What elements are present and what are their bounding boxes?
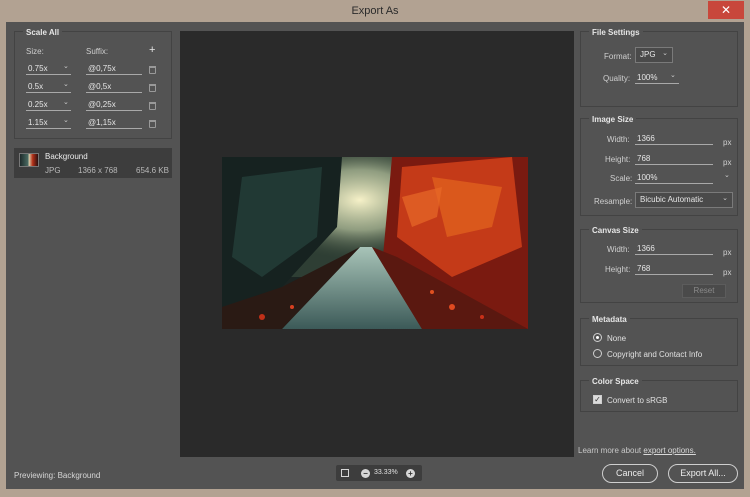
chevron-down-icon: ⌄: [662, 50, 668, 57]
chevron-down-icon[interactable]: ⌄: [63, 98, 69, 106]
bottom-bar: Previewing: Background − 33.33% + Cancel…: [6, 459, 744, 489]
image-width-label: Width:: [607, 135, 630, 144]
canvas-size-title: Canvas Size: [589, 226, 642, 235]
metadata-title: Metadata: [589, 315, 630, 324]
learn-more-prefix: Learn more about: [578, 446, 644, 455]
format-select[interactable]: JPG ⌄: [635, 47, 673, 63]
fit-icon[interactable]: [341, 469, 349, 477]
convert-srgb-label[interactable]: Convert to sRGB: [607, 396, 667, 405]
asset-thumbnail: [19, 153, 39, 167]
image-height-unit: px: [723, 158, 732, 167]
forest-road-photo: [222, 157, 528, 329]
suffix-field-4[interactable]: @1,15x: [86, 117, 142, 129]
image-size-title: Image Size: [589, 115, 637, 124]
trash-icon[interactable]: [149, 66, 156, 74]
image-width-unit: px: [723, 138, 732, 147]
zoom-control: − 33.33% +: [336, 465, 422, 481]
suffix-header: Suffix:: [86, 47, 109, 56]
resample-select[interactable]: Bicubic Automatic ⌄: [635, 192, 733, 208]
chevron-down-icon[interactable]: ⌄: [670, 71, 676, 79]
metadata-none-radio[interactable]: [593, 333, 602, 342]
quality-label: Quality:: [603, 74, 631, 83]
metadata-copyright-label[interactable]: Copyright and Contact Info: [607, 350, 702, 359]
color-space-title: Color Space: [589, 377, 642, 386]
canvas-height-field[interactable]: 768: [635, 263, 713, 275]
window-title: Export As: [351, 5, 399, 17]
chevron-down-icon[interactable]: ⌄: [724, 171, 730, 179]
scale-all-title: Scale All: [23, 28, 63, 37]
preview-canvas[interactable]: [180, 31, 574, 457]
learn-more-text: Learn more about export options.: [578, 446, 696, 455]
chevron-down-icon: ⌄: [722, 195, 728, 202]
canvas-width-label: Width:: [607, 245, 630, 254]
zoom-in-button[interactable]: +: [406, 469, 415, 478]
scale-field[interactable]: 100%: [635, 172, 713, 184]
file-settings-group: File Settings: [580, 28, 738, 107]
chevron-down-icon[interactable]: ⌄: [63, 80, 69, 88]
asset-dimensions: 1366 x 768: [78, 166, 118, 175]
convert-srgb-checkbox[interactable]: ✓: [593, 395, 602, 404]
reset-button[interactable]: Reset: [682, 284, 726, 298]
title-bar: Export As ✕: [0, 0, 750, 22]
trash-icon[interactable]: [149, 120, 156, 128]
canvas-height-label: Height:: [605, 265, 631, 274]
canvas-width-unit: px: [723, 248, 732, 257]
image-height-label: Height:: [605, 155, 631, 164]
metadata-none-label[interactable]: None: [607, 334, 626, 343]
image-width-field[interactable]: 1366: [635, 133, 713, 145]
scale-label: Scale:: [610, 174, 633, 183]
suffix-field-3[interactable]: @0,25x: [86, 99, 142, 111]
chevron-down-icon[interactable]: ⌄: [63, 116, 69, 124]
asset-filesize: 654.6 KB: [136, 166, 169, 175]
resample-value: Bicubic Automatic: [640, 195, 704, 204]
file-settings-title: File Settings: [589, 28, 643, 37]
size-header: Size:: [26, 47, 44, 56]
canvas-width-field[interactable]: 1366: [635, 243, 713, 255]
format-value: JPG: [640, 50, 656, 59]
close-button[interactable]: ✕: [708, 1, 744, 19]
trash-icon[interactable]: [149, 84, 156, 92]
export-dialog: Scale All Size: Suffix: + 0.75x ⌄ @0,75x…: [6, 22, 744, 489]
zoom-out-button[interactable]: −: [361, 469, 370, 478]
export-options-link[interactable]: export options.: [643, 446, 695, 455]
metadata-copyright-radio[interactable]: [593, 349, 602, 358]
resample-label: Resample:: [594, 197, 633, 206]
trash-icon[interactable]: [149, 102, 156, 110]
cancel-button[interactable]: Cancel: [602, 464, 658, 483]
add-scale-button[interactable]: +: [149, 44, 155, 56]
image-height-field[interactable]: 768: [635, 153, 713, 165]
suffix-field-1[interactable]: @0,75x: [86, 63, 142, 75]
previewing-label: Previewing: Background: [14, 471, 101, 480]
canvas-height-unit: px: [723, 268, 732, 277]
asset-format: JPG: [45, 166, 61, 175]
preview-image: [222, 157, 528, 329]
zoom-level: 33.33%: [374, 469, 398, 476]
export-all-button[interactable]: Export All...: [668, 464, 738, 483]
chevron-down-icon[interactable]: ⌄: [63, 62, 69, 70]
asset-list-item[interactable]: Background JPG 1366 x 768 654.6 KB: [14, 148, 172, 178]
suffix-field-2[interactable]: @0,5x: [86, 81, 142, 93]
asset-name: Background: [45, 152, 88, 161]
format-label: Format:: [604, 52, 632, 61]
